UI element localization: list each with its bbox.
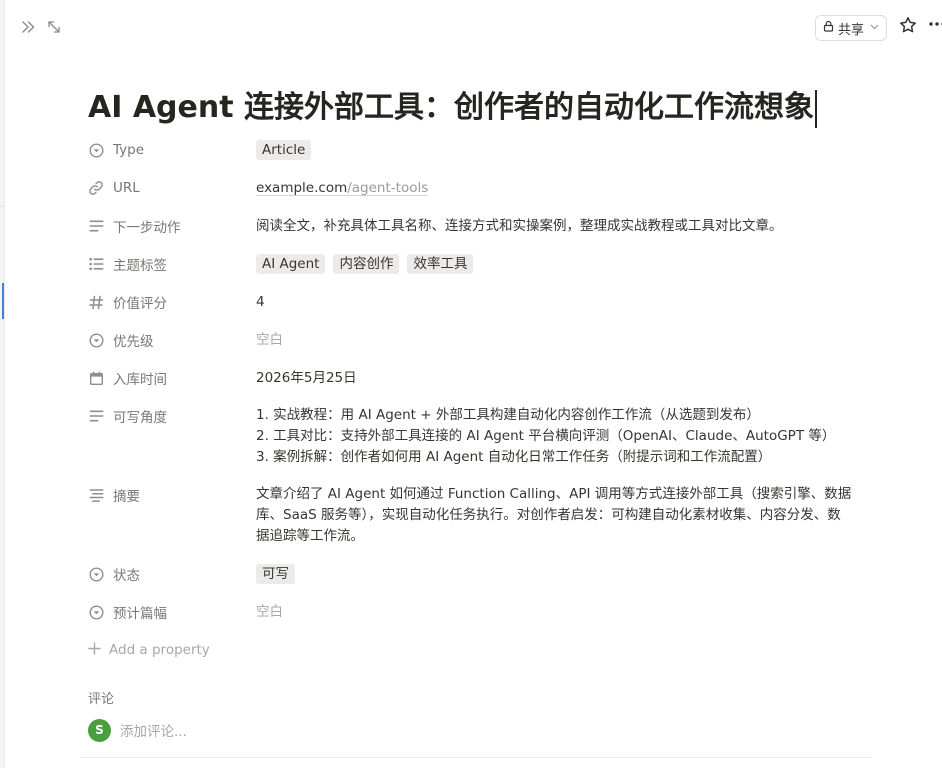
summary-line: 文章介绍了 AI Agent 如何通过 Function Calling、API… — [256, 486, 852, 502]
property-value-url[interactable]: example.com/agent-tools — [256, 176, 868, 200]
property-value-summary[interactable]: 文章介绍了 AI Agent 如何通过 Function Calling、API… — [256, 484, 868, 547]
comment-composer: S 添加评论... — [88, 718, 187, 742]
topic-tag: AI Agent — [256, 254, 326, 274]
angle-line: 1. 实战教程：用 AI Agent + 外部工具构建自动化内容创作工作流（从选… — [256, 407, 760, 423]
summary-line: 据追踪等工作流。 — [256, 528, 364, 544]
property-value-angles[interactable]: 1. 实战教程：用 AI Agent + 外部工具构建自动化内容创作工作流（从选… — [256, 405, 868, 468]
url-path: /agent-tools — [347, 179, 429, 196]
property-label: 摘要 — [113, 489, 140, 505]
property-value-date-added[interactable]: 2026年5月25日 — [256, 366, 868, 390]
date-added-text: 2026年5月25日 — [256, 369, 357, 386]
priority-empty-text: 空白 — [256, 331, 283, 348]
property-name-angles[interactable]: 可写角度 — [88, 404, 248, 428]
estimated-length-empty-text: 空白 — [256, 603, 283, 620]
property-name-date-added[interactable]: 入库时间 — [88, 366, 248, 390]
property-value-estimated-length[interactable]: 空白 — [256, 600, 868, 624]
left-sidebar-edge — [0, 0, 5, 768]
select-icon — [88, 332, 104, 348]
property-name-type[interactable]: Type — [88, 138, 248, 162]
text-lines-icon — [88, 408, 104, 424]
avatar: S — [88, 718, 111, 742]
property-name-summary[interactable]: 摘要 — [88, 483, 248, 507]
property-label: 状态 — [113, 568, 140, 584]
url-link[interactable]: example.com/agent-tools — [256, 178, 428, 199]
property-label: 可写角度 — [113, 410, 167, 426]
sidebar-edge-active-indicator — [0, 283, 4, 319]
page-title-text: AI Agent 连接外部工具：创作者的自动化工作流想象 — [88, 90, 815, 125]
link-icon — [88, 180, 104, 196]
angle-line: 2. 工具对比：支持外部工具连接的 AI Agent 平台横向评测（OpenAI… — [256, 428, 836, 444]
expand-arrows-icon[interactable] — [44, 17, 64, 37]
url-host: example.com — [256, 179, 348, 196]
property-label: 主题标签 — [113, 258, 167, 274]
more-icon[interactable] — [929, 14, 942, 38]
top-bar: 共享 — [0, 0, 942, 56]
text-lines-icon — [88, 218, 104, 234]
page-title[interactable]: AI Agent 连接外部工具：创作者的自动化工作流想象 — [88, 86, 818, 130]
property-value-next-action[interactable]: 阅读全文，补充具体工具名称、连接方式和实操案例，整理成实战教程或工具对比文章。 — [256, 214, 868, 238]
property-value-priority[interactable]: 空白 — [256, 328, 868, 352]
property-name-next-action[interactable]: 下一步动作 — [88, 214, 248, 238]
property-name-value-score[interactable]: 价值评分 — [88, 290, 248, 314]
angle-line: 3. 案例拆解：创作者如何用 AI Agent 自动化日常工作任务（附提示词和工… — [256, 449, 772, 465]
chevron-down-icon — [870, 23, 879, 33]
share-button[interactable]: 共享 — [815, 15, 887, 41]
bulleted-list-icon — [88, 256, 104, 272]
topic-tag: 效率工具 — [407, 254, 474, 274]
property-name-status[interactable]: 状态 — [88, 562, 248, 586]
lock-icon — [823, 20, 834, 36]
property-name-priority[interactable]: 优先级 — [88, 328, 248, 352]
next-action-text: 阅读全文，补充具体工具名称、连接方式和实操案例，整理成实战教程或工具对比文章。 — [256, 217, 783, 234]
plus-icon — [88, 641, 101, 659]
property-label: 价值评分 — [113, 296, 167, 312]
property-name-estimated-length[interactable]: 预计篇幅 — [88, 600, 248, 624]
bottom-divider — [80, 757, 872, 758]
select-icon — [88, 566, 104, 582]
star-icon[interactable] — [899, 16, 917, 38]
property-label: 优先级 — [113, 334, 154, 350]
value-score-text: 4 — [256, 293, 265, 310]
topic-tag: 内容创作 — [333, 254, 400, 274]
sidebar-edge-divider — [0, 206, 4, 207]
number-icon — [88, 294, 104, 310]
add-property-label: Add a property — [109, 642, 210, 658]
comments-heading: 评论 — [88, 692, 115, 707]
text-caret — [815, 89, 818, 128]
select-icon — [88, 604, 104, 620]
property-value-value-score[interactable]: 4 — [256, 290, 868, 314]
property-value-topic-tags[interactable]: AI Agent 内容创作 效率工具 — [256, 252, 868, 276]
property-label: 下一步动作 — [113, 220, 181, 236]
property-name-topic-tags[interactable]: 主题标签 — [88, 252, 248, 276]
property-value-status[interactable]: 可写 — [256, 562, 868, 586]
calendar-icon — [88, 370, 104, 386]
select-icon — [88, 142, 104, 158]
comment-input[interactable]: 添加评论... — [120, 720, 187, 740]
property-label: 入库时间 — [113, 372, 167, 388]
property-label: 预计篇幅 — [113, 606, 167, 622]
share-label: 共享 — [837, 22, 864, 38]
property-name-url[interactable]: URL — [88, 176, 248, 200]
property-value-type[interactable]: Article — [256, 138, 868, 162]
summary-line: 库、SaaS 服务等），实现自动化任务执行。对创作者启发：可构建自动化素材收集、… — [256, 507, 841, 523]
property-label: Type — [113, 142, 145, 158]
double-chevron-right-icon[interactable] — [18, 17, 38, 37]
status-tag: 可写 — [256, 564, 295, 584]
add-property-button[interactable]: Add a property — [88, 638, 210, 662]
summary-lines-icon — [88, 487, 104, 503]
property-label: URL — [113, 180, 140, 196]
type-tag: Article — [256, 140, 312, 160]
